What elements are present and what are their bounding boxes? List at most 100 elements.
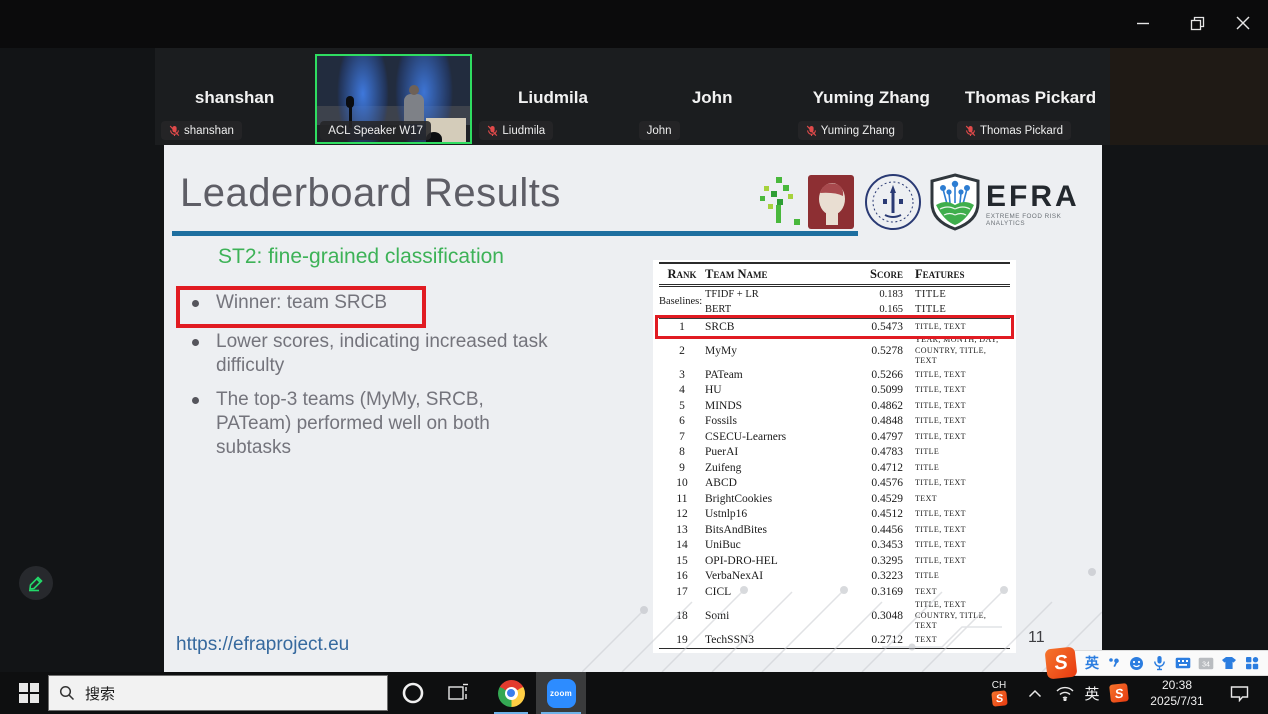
table-row: 14UniBuc0.3453TITLE, TEXT xyxy=(659,538,1010,554)
slide-title: Leaderboard Results xyxy=(180,171,561,216)
chrome-taskbar-button[interactable] xyxy=(492,672,530,714)
restore-button[interactable] xyxy=(1182,8,1212,38)
toolbox-icon[interactable] xyxy=(1243,654,1260,672)
participant-label-pill: Yuming Zhang xyxy=(798,121,903,140)
bullet-winner: Winner: team SRCB xyxy=(188,291,560,315)
participant-name: shanshan xyxy=(155,88,314,108)
table-row: 13BitsAndBites0.4456TITLE, TEXT xyxy=(659,522,1010,538)
participant-label-pill: Liudmila xyxy=(479,121,553,140)
voice-input-icon[interactable] xyxy=(1151,654,1168,672)
pencil-icon xyxy=(27,574,45,592)
participant-label: ACL Speaker W17 xyxy=(328,125,423,137)
tray-time: 20:38 xyxy=(1162,677,1192,693)
handwriting-icon[interactable]: 34 xyxy=(1197,654,1214,672)
zoom-taskbar-button[interactable]: zoom xyxy=(536,672,586,714)
slide-page-number: 11 xyxy=(1028,629,1045,647)
participant-label-pill: ACL Speaker W17 xyxy=(320,121,431,140)
search-placeholder: 搜索 xyxy=(85,683,115,704)
bullet-lower-scores: Lower scores, indicating increased task … xyxy=(188,330,560,378)
annotate-button[interactable] xyxy=(19,566,53,600)
participant-tile[interactable]: shanshan shanshan xyxy=(155,48,314,145)
sogou-logo[interactable]: S xyxy=(1045,647,1078,680)
table-row: 6Fossils0.4848TITLE, TEXT xyxy=(659,414,1010,430)
table-row: 12Ustnlp160.4512TITLE, TEXT xyxy=(659,507,1010,523)
sogou-icon: S xyxy=(1109,683,1129,703)
efra-wordmark: EFRA EXTREME FOOD RISK ANALYTICS xyxy=(986,181,1090,227)
close-icon[interactable] xyxy=(1228,8,1258,38)
participant-name: Thomas Pickard xyxy=(951,88,1110,108)
participant-tile[interactable]: John John xyxy=(633,48,792,145)
sogou-panel: 英 34 xyxy=(1072,650,1268,676)
filmstrip-gap xyxy=(1110,48,1268,145)
tray-ime-lang[interactable]: 英 xyxy=(1080,672,1104,714)
participant-name: Liudmila xyxy=(473,88,632,108)
statue-logo xyxy=(808,175,854,229)
tray-overflow-button[interactable] xyxy=(1024,672,1046,714)
chrome-icon xyxy=(498,680,525,707)
efra-shield-logo xyxy=(928,173,982,231)
participant-label: Liudmila xyxy=(502,125,545,137)
slide-subheading: ST2: fine-grained classification xyxy=(218,245,504,269)
cortana-button[interactable] xyxy=(396,672,430,714)
tray-ime-ch[interactable]: CH S xyxy=(986,672,1012,714)
participant-label-pill: shanshan xyxy=(161,121,242,140)
col-features: Features xyxy=(903,263,1010,286)
skin-icon[interactable] xyxy=(1220,654,1237,672)
taskbar-search[interactable]: 搜索 xyxy=(48,675,388,711)
table-row: 2MyMy0.5278YEAR, MONTH, DAY,COUNTRY, TIT… xyxy=(659,335,1010,368)
virtual-keyboard-icon[interactable] xyxy=(1174,654,1191,672)
sogou-tray-icon: S xyxy=(991,690,1007,706)
chevron-up-icon xyxy=(1028,689,1042,698)
participant-label: Yuming Zhang xyxy=(821,125,895,137)
task-view-button[interactable] xyxy=(442,672,476,714)
participant-tile[interactable]: Yuming Zhang Yuming Zhang xyxy=(792,48,951,145)
muted-mic-icon xyxy=(487,125,498,137)
ime-english-mode[interactable]: 英 xyxy=(1085,653,1099,673)
shared-slide: Leaderboard Results xyxy=(164,145,1102,672)
participant-name: John xyxy=(633,88,792,108)
notification-icon xyxy=(1230,685,1249,702)
participant-tile[interactable]: Thomas Pickard Thomas Pickard xyxy=(951,48,1110,145)
tray-sogou-button[interactable]: S xyxy=(1106,672,1132,714)
stockholm-university-seal xyxy=(863,171,923,233)
baseline-row: BERT0.165TITLE xyxy=(659,303,1010,319)
baseline-row: Baselines:TFIDF + LR0.183TITLE xyxy=(659,286,1010,303)
window-titlebar xyxy=(0,0,1268,48)
table-header-row: Rank Team Name Score Features xyxy=(659,263,1010,286)
search-icon xyxy=(59,685,75,701)
cortana-icon xyxy=(401,681,425,705)
minimize-button[interactable] xyxy=(1128,8,1158,38)
efra-name: EFRA xyxy=(986,181,1090,213)
logo-row: EFRA EXTREME FOOD RISK ANALYTICS xyxy=(754,171,1090,233)
circuit-watermark xyxy=(582,552,1102,672)
speaker-silhouette xyxy=(404,94,424,124)
table-row: 4HU0.5099TITLE, TEXT xyxy=(659,383,1010,399)
table-row: 1SRCB0.5473TITLE, TEXT xyxy=(659,319,1010,335)
slide-url: https://efraproject.eu xyxy=(176,634,349,656)
table-row: 9Zuifeng0.4712TITLE xyxy=(659,460,1010,476)
participant-label: John xyxy=(647,125,672,137)
punctuation-icon[interactable] xyxy=(1105,654,1122,672)
bullet-top3: The top-3 teams (MyMy, SRCB, PATeam) per… xyxy=(188,388,560,460)
participant-label: Thomas Pickard xyxy=(980,125,1063,137)
notification-center-button[interactable] xyxy=(1222,672,1256,714)
muted-mic-icon xyxy=(806,125,817,137)
emoji-icon[interactable] xyxy=(1128,654,1145,672)
table-row: 10ABCD0.4576TITLE, TEXT xyxy=(659,476,1010,492)
table-row: 8PuerAI0.4783TITLE xyxy=(659,445,1010,461)
muted-mic-icon xyxy=(965,125,976,137)
filmstrip: shanshan shanshan ACL Speaker W17 xyxy=(155,48,1110,145)
tray-date: 2025/7/31 xyxy=(1150,693,1203,709)
participant-tile[interactable]: ACL Speaker W17 xyxy=(314,48,473,145)
pixel-tree-logo xyxy=(756,177,802,227)
start-button[interactable] xyxy=(10,672,48,714)
table-row: 7CSECU-Learners0.4797TITLE, TEXT xyxy=(659,429,1010,445)
muted-mic-icon xyxy=(169,125,180,137)
participant-name: Yuming Zhang xyxy=(792,88,951,108)
sogou-ime-toolbar: 英 34 S xyxy=(1046,648,1268,678)
tray-clock[interactable]: 20:38 2025/7/31 xyxy=(1138,672,1216,714)
zoom-app-icon: zoom xyxy=(547,679,576,708)
participant-tile[interactable]: Liudmila Liudmila xyxy=(473,48,632,145)
participant-label-pill: John xyxy=(639,121,680,140)
table-row: 3PATeam0.5266TITLE, TEXT xyxy=(659,367,1010,383)
